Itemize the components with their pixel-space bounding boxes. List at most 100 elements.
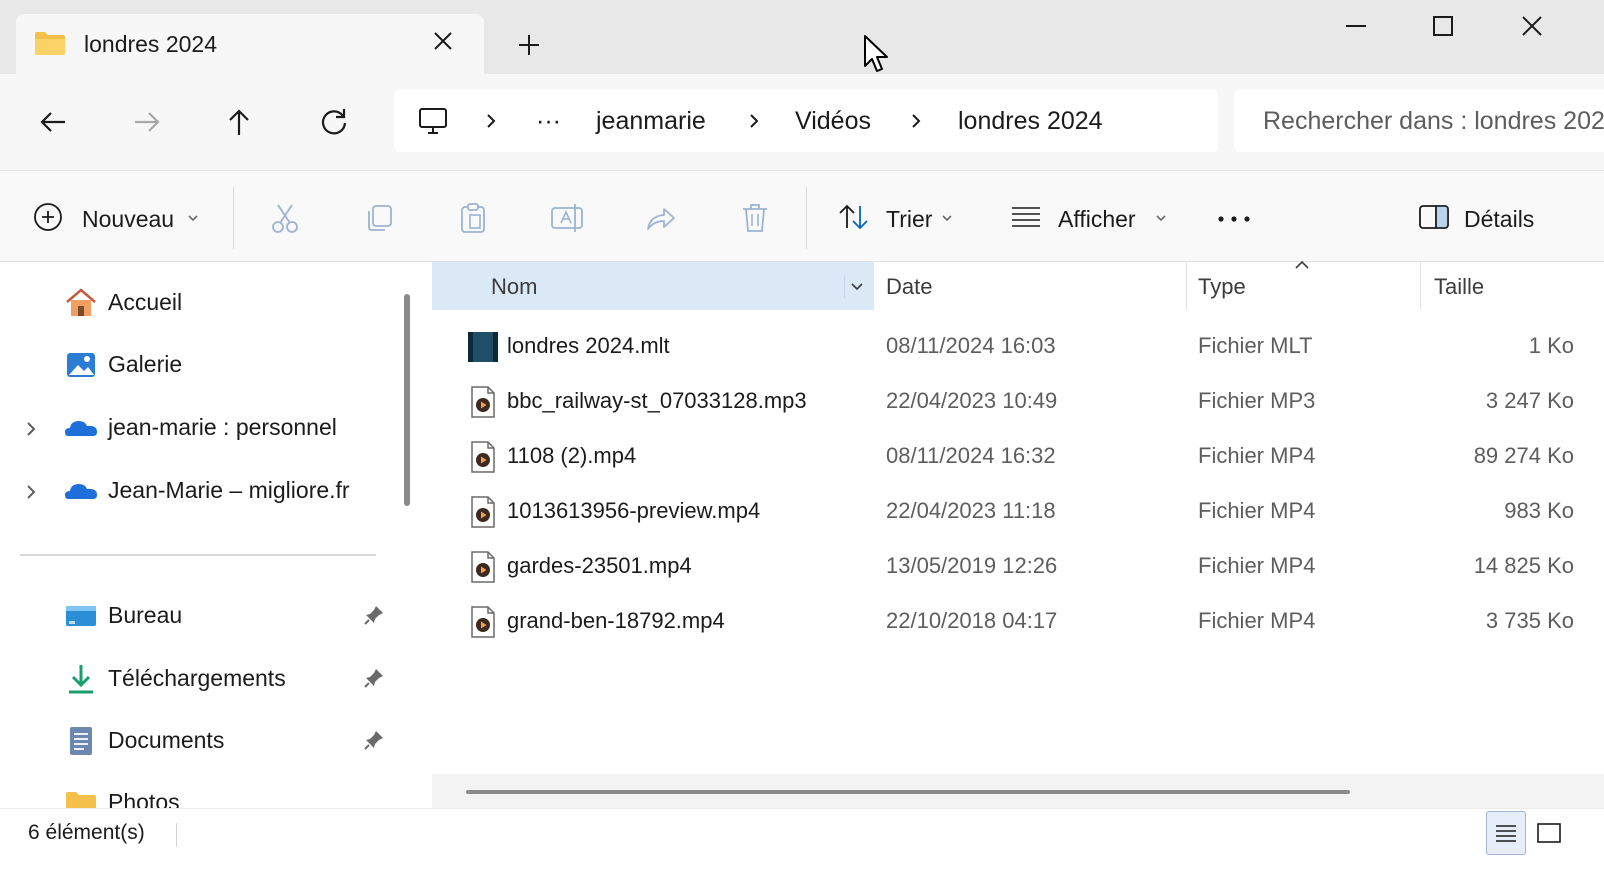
details-pane-icon (1416, 201, 1452, 233)
close-tab-icon[interactable] (428, 26, 458, 56)
pin-icon[interactable] (362, 728, 386, 752)
sidebar-item-label: Bureau (108, 602, 183, 628)
paste-icon[interactable] (454, 199, 492, 237)
more-options-icon[interactable] (1210, 199, 1258, 237)
sidebar-item-label: Jean-Marie – migliore.fr (108, 477, 350, 503)
file-size: 3 247 Ko (1485, 388, 1574, 413)
navigation-pane: Accueil Galerie jean-marie : personnel J… (0, 262, 420, 808)
new-label: Nouveau (82, 206, 175, 232)
home-icon (64, 286, 98, 320)
file-date: 22/04/2023 10:49 (886, 388, 1058, 413)
search-box[interactable]: Rechercher dans : londres 2024 (1234, 90, 1604, 152)
column-header-type[interactable]: Type (1186, 260, 1420, 310)
file-date: 22/04/2023 11:18 (886, 498, 1056, 523)
rename-icon[interactable] (548, 199, 586, 237)
sidebar-item-telechargements[interactable]: Téléchargements (0, 652, 394, 708)
mlt-file-icon (468, 330, 498, 364)
sidebar-item-onedrive-migliore[interactable]: Jean-Marie – migliore.fr (0, 464, 394, 520)
column-header-label: Taille (1434, 274, 1485, 299)
delete-icon[interactable] (736, 199, 774, 237)
back-arrow-icon[interactable] (33, 102, 73, 142)
gallery-icon (64, 348, 98, 382)
computer-icon[interactable] (416, 104, 450, 138)
title-bar: londres 2024 (0, 0, 1604, 76)
file-list: Nom Date Type Taille londres 2024.mlt 08… (420, 260, 1604, 808)
breadcrumb-item-videos[interactable]: Vidéos (795, 107, 871, 136)
media-file-icon (468, 495, 498, 529)
refresh-icon[interactable] (314, 102, 354, 142)
column-header-label: Type (1198, 274, 1246, 299)
sidebar-scrollbar[interactable] (404, 294, 410, 506)
new-tab-icon[interactable] (512, 30, 546, 60)
file-name: londres 2024.mlt (507, 333, 670, 358)
file-type: Fichier MLT (1198, 333, 1313, 358)
sidebar-item-bureau[interactable]: Bureau (0, 589, 394, 645)
tiles-view-icon[interactable] (1530, 811, 1570, 855)
forward-arrow-icon[interactable] (127, 102, 167, 142)
breadcrumb-item-current[interactable]: londres 2024 (958, 107, 1103, 136)
up-arrow-icon[interactable] (219, 102, 259, 142)
sort-button[interactable]: Trier (834, 171, 964, 263)
table-row[interactable]: bbc_railway-st_07033128.mp3 22/04/2023 1… (432, 375, 1604, 430)
sidebar-item-label: Téléchargements (108, 665, 286, 691)
chevron-down-icon (940, 211, 954, 223)
file-date: 13/05/2019 12:26 (886, 553, 1058, 578)
horizontal-scrollbar[interactable] (432, 774, 1604, 808)
mouse-cursor-icon (862, 34, 890, 74)
column-header-label: Date (886, 274, 933, 299)
file-name: 1108 (2).mp4 (507, 443, 637, 468)
close-icon[interactable] (1512, 10, 1552, 42)
file-size: 1 Ko (1528, 333, 1574, 358)
breadcrumb[interactable]: ··· jeanmarie Vidéos londres 2024 (394, 90, 1218, 152)
column-header-date[interactable]: Date (874, 262, 1186, 310)
maximize-icon[interactable] (1423, 10, 1463, 42)
list-view-icon (1008, 203, 1044, 231)
media-file-icon (468, 605, 498, 639)
column-header-name[interactable]: Nom (432, 262, 874, 310)
command-bar: Nouveau Trier Afficher Détails (0, 170, 1604, 262)
new-button[interactable]: Nouveau (20, 171, 210, 263)
file-type: Fichier MP4 (1198, 553, 1316, 578)
divider (233, 187, 234, 249)
sidebar-item-documents[interactable]: Documents (0, 714, 394, 770)
sidebar-item-label: jean-marie : personnel (108, 414, 337, 440)
file-name: grand-ben-18792.mp4 (507, 608, 725, 633)
sidebar-item-label: Photos (108, 789, 180, 808)
pin-icon[interactable] (362, 666, 386, 690)
file-type: Fichier MP4 (1198, 443, 1316, 468)
pin-icon[interactable] (362, 603, 386, 627)
chevron-right-icon (482, 110, 500, 132)
scrollbar-thumb[interactable] (466, 790, 1350, 794)
chevron-right-icon[interactable] (20, 417, 42, 441)
sort-ascending-icon (1292, 258, 1312, 272)
chevron-down-icon (1154, 211, 1168, 223)
table-row[interactable]: 1108 (2).mp4 08/11/2024 16:32 Fichier MP… (432, 430, 1604, 485)
tab-active[interactable]: londres 2024 (16, 14, 484, 76)
table-row[interactable]: grand-ben-18792.mp4 22/10/2018 04:17 Fic… (432, 595, 1604, 650)
sidebar-item-accueil[interactable]: Accueil (0, 276, 394, 332)
file-size: 983 Ko (1504, 498, 1574, 523)
copy-icon[interactable] (360, 199, 398, 237)
breadcrumb-overflow[interactable]: ··· (536, 107, 561, 136)
breadcrumb-item-jeanmarie[interactable]: jeanmarie (596, 107, 706, 136)
chevron-down-icon[interactable] (844, 276, 868, 298)
desktop-icon (64, 599, 98, 633)
onedrive-icon (64, 411, 98, 445)
sidebar-item-galerie[interactable]: Galerie (0, 338, 394, 394)
share-icon[interactable] (642, 199, 680, 237)
chevron-right-icon[interactable] (20, 480, 42, 504)
table-row[interactable]: londres 2024.mlt 08/11/2024 16:03 Fichie… (432, 320, 1604, 375)
view-button[interactable]: Afficher (1006, 171, 1176, 263)
sidebar-item-onedrive-personnel[interactable]: jean-marie : personnel (0, 401, 394, 457)
search-placeholder[interactable]: Rechercher dans : londres 2024 (1263, 107, 1604, 136)
table-row[interactable]: 1013613956-preview.mp4 22/04/2023 11:18 … (432, 485, 1604, 540)
minimize-icon[interactable] (1336, 10, 1376, 42)
cut-icon[interactable] (266, 199, 304, 237)
details-pane-button[interactable]: Détails (1412, 171, 1552, 263)
sidebar-item-photos[interactable]: Photos (0, 776, 394, 808)
file-type: Fichier MP4 (1198, 608, 1316, 633)
file-size: 14 825 Ko (1473, 553, 1574, 578)
column-header-size[interactable]: Taille (1420, 262, 1604, 310)
table-row[interactable]: gardes-23501.mp4 13/05/2019 12:26 Fichie… (432, 540, 1604, 595)
details-view-icon[interactable] (1486, 811, 1526, 855)
